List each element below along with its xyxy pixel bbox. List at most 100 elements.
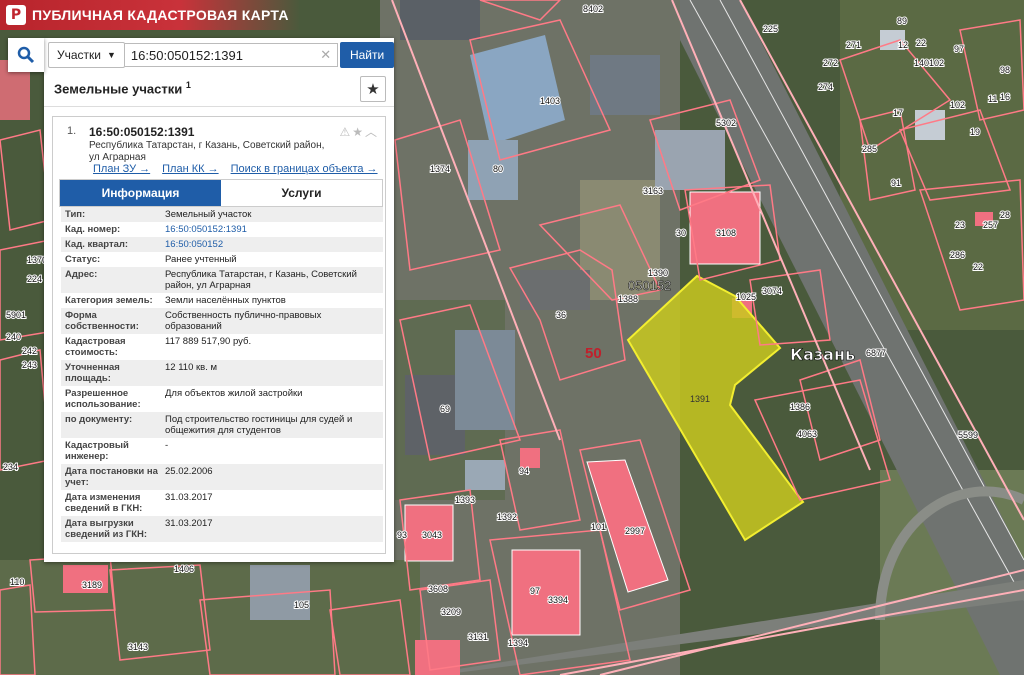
attribute-row: Уточненная площадь: 12 110 кв. м	[61, 360, 383, 386]
parcel-number-label: 225	[763, 24, 778, 34]
city-label: Казань	[790, 345, 855, 364]
attribute-key: Разрешенное использование:	[65, 388, 141, 410]
attribute-value: -	[165, 440, 169, 451]
parcel-number-label: 3608	[428, 584, 448, 594]
attribute-value: Для объектов жилой застройки	[165, 388, 303, 399]
chevron-up-icon[interactable]: ︿	[365, 125, 379, 139]
result-address: Республика Татарстан, г Казань, Советски…	[89, 140, 325, 163]
tab-information[interactable]: Информация	[60, 180, 221, 206]
section-title: Земельные участки 1	[54, 80, 191, 97]
search-input[interactable]: 16:50:050152:1391 ✕	[124, 43, 339, 67]
parcel-number-label: 4063	[797, 429, 817, 439]
parcel-number-label: 140102	[914, 58, 944, 68]
parcel-number-label: 1374	[430, 164, 450, 174]
parcel-number-label: 3189	[82, 580, 102, 590]
link-search-in-bounds[interactable]: Поиск в границах объекта →	[231, 163, 378, 175]
parcel-number-label: 3143	[128, 642, 148, 652]
attribute-value: Собственность публично-правовых образова…	[165, 310, 322, 332]
attribute-value[interactable]: 16:50:050152:1391	[165, 224, 383, 235]
parcel-number-label: 240	[6, 332, 21, 342]
parcel-number-label: 1394	[508, 638, 528, 648]
attribute-row: Тип: Земельный участок	[61, 207, 383, 222]
parcel-number-label: 285	[862, 144, 877, 154]
search-icon	[17, 46, 35, 64]
parcel-number-label: 36	[556, 310, 566, 320]
attribute-value: Земли населённых пунктов	[165, 295, 286, 306]
favorite-star-button[interactable]: ★	[360, 76, 386, 102]
search-panel: Участки ▼ 16:50:050152:1391 ✕ Найти Земе…	[8, 38, 394, 562]
attribute-value: 117 889 517,90 руб.	[165, 336, 252, 347]
parcel-number-label: 97	[530, 586, 540, 596]
parcel-number-label: 271	[846, 40, 861, 50]
block-label: 050152	[628, 278, 671, 293]
chevron-down-icon: ▼	[107, 50, 116, 60]
attribute-key: по документу:	[65, 414, 133, 425]
card-links: План ЗУ → План КК → Поиск в границах объ…	[93, 163, 383, 175]
parcel-number-label: 22	[916, 38, 926, 48]
parcel-number-label: 8	[583, 4, 588, 14]
parcel-number-label: 2997	[625, 526, 645, 536]
parcel-number-label: 3163	[643, 186, 663, 196]
parcel-number-label: 23	[955, 220, 965, 230]
attribute-key: Кад. номер:	[65, 224, 121, 235]
attribute-key: Дата постановки на учет:	[65, 466, 158, 488]
result-card: 1. 16:50:050152:1391 Республика Татарста…	[52, 116, 386, 554]
attribute-value: 31.03.2017	[165, 492, 213, 503]
attribute-row: Кад. номер: 16:50:050152:1391	[61, 222, 383, 237]
parcel-number-label: 11	[988, 94, 997, 104]
parcel-number-label: 12	[898, 40, 908, 50]
parcel-number-label: 91	[891, 178, 901, 188]
parcel-number-label: 6877	[866, 348, 886, 358]
attribute-key: Уточненная площадь:	[65, 362, 120, 384]
parcel-number-label: 3209	[441, 607, 461, 617]
attribute-row: Форма собственности: Собственность публич…	[61, 308, 383, 334]
attributes-table: Тип: Земельный участок Кад. номер: 16:50:05…	[61, 207, 383, 542]
parcel-number-label: 3074	[762, 286, 782, 296]
attribute-row: Статус: Ранее учтенный	[61, 252, 383, 267]
parcel-number-label: 69	[440, 404, 450, 414]
parcel-number-label: 16	[1000, 92, 1010, 102]
parcel-number-label: 257	[983, 220, 998, 230]
warning-icon[interactable]: ⚠	[339, 125, 352, 139]
attribute-key: Категория земель:	[65, 295, 153, 306]
divider	[44, 106, 394, 107]
selected-parcel-label: 1391	[690, 394, 710, 404]
attribute-value: Ранее учтенный	[165, 254, 237, 265]
search-toggle-button[interactable]	[8, 38, 44, 72]
parcel-number-label: 286	[950, 250, 965, 260]
attribute-row: Категория земель: Земли населённых пункто…	[61, 293, 383, 308]
find-button[interactable]: Найти	[340, 42, 394, 68]
parcel-number-label: 1393	[455, 495, 475, 505]
object-type-label: Участки	[57, 48, 101, 62]
attribute-row: Кадастровый инженер: -	[61, 438, 383, 464]
card-actions[interactable]: ⚠★︿	[339, 123, 379, 140]
parcel-number-label: 1388	[618, 294, 638, 304]
link-plan-zu[interactable]: План ЗУ →	[93, 163, 150, 175]
parcel-number-label: 1406	[174, 564, 194, 574]
tab-services[interactable]: Услуги	[221, 180, 382, 206]
card-tabs: Информация Услуги	[59, 179, 383, 207]
result-header: 16:50:050152:1391 Республика Татарстан, …	[89, 125, 329, 164]
parcel-number-label: 3394	[548, 595, 568, 605]
attribute-value[interactable]: 16:50:050152	[165, 239, 383, 250]
attribute-value: Земельный участок	[165, 209, 252, 220]
parcel-number-label: 272	[823, 58, 838, 68]
parcel-number-label: 1390	[648, 268, 668, 278]
attribute-value: 12 110 кв. м	[165, 362, 218, 373]
parcel-number-label: 93	[397, 530, 407, 540]
clear-icon[interactable]: ✕	[320, 47, 331, 63]
parcel-number-label: 19	[970, 127, 980, 137]
attribute-value: Под строительство гостиницы для судей и …	[165, 414, 353, 436]
star-outline-icon[interactable]: ★	[352, 125, 365, 139]
parcel-number-label: 3108	[716, 228, 736, 238]
attribute-key: Адрес:	[65, 269, 98, 280]
link-plan-kk[interactable]: План КК →	[162, 163, 218, 175]
attribute-value: 31.03.2017	[165, 518, 213, 529]
parcel-number-label: 30	[676, 228, 686, 238]
object-type-select[interactable]: Участки ▼	[48, 42, 125, 68]
parcel-number-label: 105	[294, 600, 309, 610]
attribute-row: Кад. квартал: 16:50:050152	[61, 237, 383, 252]
parcel-number-label: 28	[1000, 210, 1010, 220]
parcel-number-label: 1386	[790, 402, 810, 412]
attribute-value: Республика Татарстан, г Казань, Советски…	[165, 269, 357, 291]
